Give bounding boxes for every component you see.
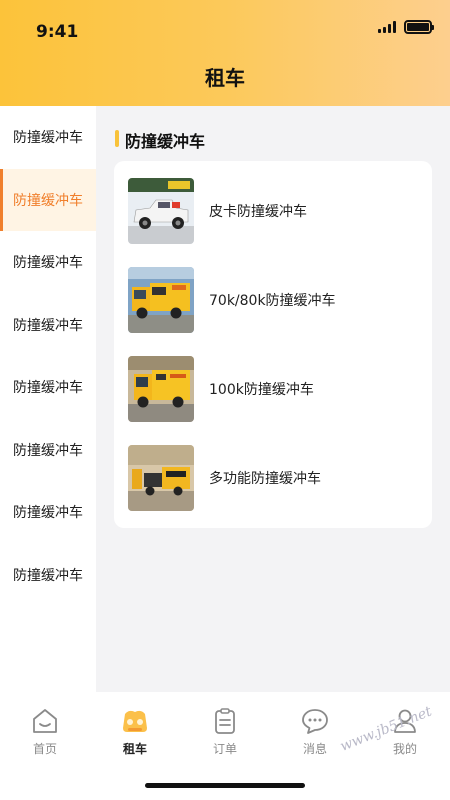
pickup-truck-image [128, 178, 194, 244]
sidebar-item[interactable]: 防撞缓冲车 [0, 544, 96, 607]
product-item[interactable]: 70k/80k防撞缓冲车 [128, 267, 336, 333]
yellow-crash-truck-image [128, 356, 194, 422]
sidebar-item[interactable]: 防撞缓冲车 [0, 106, 96, 169]
product-item-label: 皮卡防撞缓冲车 [209, 204, 307, 220]
tab-label: 首页 [32, 742, 57, 756]
rent-car-icon [123, 710, 147, 732]
tab-label: 租车 [122, 742, 147, 756]
header-bar: 9:41 租车 [0, 0, 450, 106]
product-item-label: 多功能防撞缓冲车 [209, 471, 321, 487]
sidebar-item-label: 防撞缓冲车 [13, 192, 83, 209]
tab-label: 我的 [392, 742, 417, 756]
tab-rent[interactable]: 租车 [90, 706, 180, 757]
sidebar-item-label: 防撞缓冲车 [13, 505, 83, 522]
sidebar-item-active[interactable]: 防撞缓冲车 [0, 168, 96, 231]
sidebar-item-label: 防撞缓冲车 [13, 442, 83, 459]
sidebar-item[interactable]: 防撞缓冲车 [0, 481, 96, 544]
page-title: 租车 [205, 66, 245, 90]
sidebar-item-label: 防撞缓冲车 [13, 567, 83, 584]
multifunction-truck-image [128, 445, 194, 511]
status-icons [378, 20, 434, 34]
product-item[interactable]: 100k防撞缓冲车 [128, 356, 314, 422]
home-indicator[interactable] [145, 783, 305, 788]
tab-orders[interactable]: 订单 [180, 706, 270, 757]
order-clipboard-icon [215, 708, 235, 734]
category-sidebar: 防撞缓冲车 防撞缓冲车 防撞缓冲车 防撞缓冲车 防撞缓冲车 防撞缓冲车 防撞缓冲… [0, 106, 96, 692]
product-list-card: 皮卡防撞缓冲车 70k/80k防撞缓冲车 100k防撞缓冲车 多功能防撞缓冲车 [114, 161, 432, 528]
product-item[interactable]: 多功能防撞缓冲车 [128, 445, 321, 511]
product-item-label: 70k/80k防撞缓冲车 [209, 293, 336, 309]
sidebar-item[interactable]: 防撞缓冲车 [0, 231, 96, 294]
tab-home[interactable]: 首页 [0, 706, 90, 757]
sidebar-item[interactable]: 防撞缓冲车 [0, 294, 96, 357]
signal-icon [378, 21, 396, 33]
sidebar-item-label: 防撞缓冲车 [13, 130, 83, 147]
home-icon [33, 709, 57, 733]
sidebar-item-label: 防撞缓冲车 [13, 317, 83, 334]
tab-label: 消息 [302, 742, 327, 756]
sidebar-item[interactable]: 防撞缓冲车 [0, 419, 96, 482]
sidebar-item[interactable]: 防撞缓冲车 [0, 356, 96, 419]
status-time: 9:41 [36, 22, 79, 42]
product-item[interactable]: 皮卡防撞缓冲车 [128, 178, 307, 244]
sidebar-item-label: 防撞缓冲车 [13, 255, 83, 272]
section-title: 防撞缓冲车 [115, 128, 205, 152]
main-content: 防撞缓冲车 皮卡防撞缓冲车 70k/80k防撞缓冲车 100k防撞缓冲车 多功能… [96, 106, 450, 692]
message-bubble-icon [302, 709, 328, 734]
sidebar-item-label: 防撞缓冲车 [13, 380, 83, 397]
battery-icon [404, 20, 434, 34]
product-item-label: 100k防撞缓冲车 [209, 382, 314, 398]
tab-label: 订单 [212, 742, 237, 756]
yellow-crash-truck-image [128, 267, 194, 333]
